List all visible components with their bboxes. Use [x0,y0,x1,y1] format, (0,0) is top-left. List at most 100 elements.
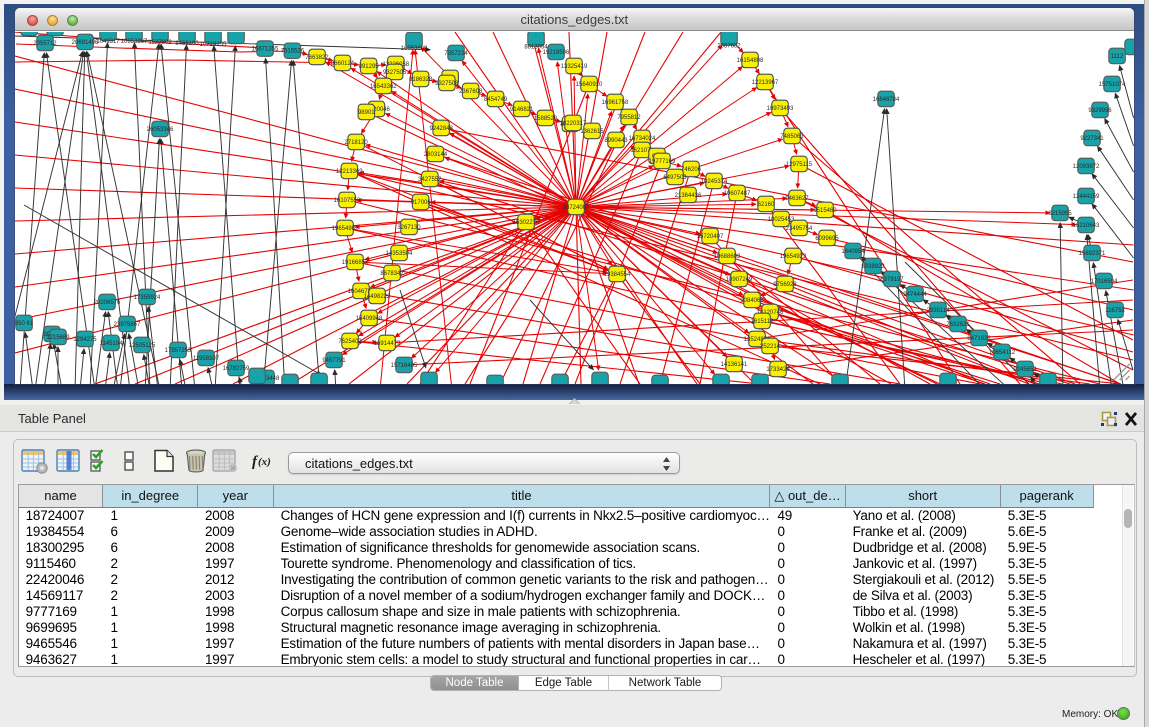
svg-text:10245374: 10245374 [701,179,728,185]
svg-text:746206: 746206 [681,167,702,173]
svg-text:9457791: 9457791 [322,358,346,364]
svg-text:16154808: 16154808 [737,58,764,64]
svg-text:19384554: 19384554 [604,272,631,278]
svg-text:19777169: 19777169 [649,159,676,165]
svg-text:6497503: 6497503 [663,175,687,181]
svg-text:9327505: 9327505 [383,70,407,76]
svg-text:8990443: 8990443 [604,138,628,144]
svg-text:116753: 116753 [1105,308,1125,314]
svg-text:19218506: 19218506 [543,50,570,56]
svg-text:23975867: 23975867 [114,322,141,328]
svg-text:13325419: 13325419 [561,64,588,70]
svg-text:15692371: 15692371 [1079,251,1106,257]
svg-text:17957253: 17957253 [165,348,192,354]
svg-text:62160: 62160 [758,202,775,208]
svg-text:3267130: 3267130 [397,225,421,231]
svg-text:1362615: 1362615 [580,129,604,135]
svg-text:17016504: 17016504 [1091,279,1118,285]
svg-text:7632621: 7632621 [946,322,970,328]
svg-text:26053346: 26053346 [147,127,174,133]
svg-text:20206576: 20206576 [94,300,121,306]
svg-text:2055712: 2055712 [33,41,57,47]
svg-text:9084067: 9084067 [740,298,764,304]
svg-text:9463627: 9463627 [785,196,809,202]
svg-text:15640910: 15640910 [576,82,603,88]
svg-text:(x): (x) [258,456,271,468]
svg-text:6379197: 6379197 [880,277,904,283]
svg-text:9329996: 9329996 [1088,108,1112,114]
svg-text:891295: 891295 [359,64,380,70]
svg-text:8454749: 8454749 [484,97,508,103]
svg-text:9242848: 9242848 [430,126,454,132]
svg-text:18907249: 18907249 [726,277,753,283]
svg-text:23495754: 23495754 [786,226,813,232]
svg-text:2803144: 2803144 [424,152,448,158]
svg-text:15409948: 15409948 [356,316,383,322]
svg-text:16543362: 16543362 [370,84,397,90]
svg-text:7485063: 7485063 [780,134,804,140]
svg-text:18724007: 18724007 [563,205,590,211]
svg-text:14353504: 14353504 [386,251,413,257]
svg-text:9515460: 9515460 [813,208,837,214]
svg-text:850 61: 850 61 [15,321,34,327]
svg-text:16210643: 16210643 [1073,223,1100,229]
svg-text:8471626: 8471626 [967,336,991,342]
svg-text:252214: 252214 [760,344,781,350]
svg-text:1049317: 1049317 [96,39,120,45]
svg-text:8938923: 8938923 [861,264,885,270]
svg-text:1588520: 1588520 [534,116,558,122]
svg-text:2367608: 2367608 [459,89,483,95]
svg-text:7955812: 7955812 [617,115,641,121]
svg-text:15751074: 15751074 [1099,82,1126,88]
svg-text:16914479: 16914479 [374,341,401,347]
svg-text:17359924: 17359924 [134,295,161,301]
svg-text:12505125: 12505125 [129,343,156,349]
svg-text:9146821: 9146821 [510,107,534,113]
svg-text:9327508: 9327508 [435,81,459,87]
svg-text:917006: 917006 [411,200,432,206]
svg-text:1527602: 1527602 [148,40,172,46]
svg-text:2718120: 2718120 [344,140,368,146]
svg-text:3427552: 3427552 [418,177,442,183]
svg-text:16053809: 16053809 [401,46,428,52]
svg-text:8215955: 8215955 [1048,211,1072,217]
svg-text:15716485: 15716485 [391,363,418,369]
svg-text:16782759: 16782759 [223,366,250,372]
svg-text:1615112: 1615112 [751,319,775,325]
svg-text:2087682: 2087682 [717,44,741,50]
svg-text:7515526: 7515526 [281,49,305,55]
svg-text:9756928: 9756928 [773,282,797,288]
svg-text:1640954: 1640954 [841,249,865,255]
svg-text:16671355: 16671355 [252,47,279,53]
svg-text:1294275: 1294275 [73,337,97,343]
svg-text:12213369: 12213369 [336,169,363,175]
svg-text:21364436: 21364436 [675,193,702,199]
svg-text:19166852: 19166852 [342,260,369,266]
svg-text:1215689: 1215689 [46,335,70,341]
svg-text:7357224: 7357224 [444,51,468,57]
svg-text:1145194: 1145194 [100,341,124,347]
svg-text:9245652: 9245652 [1013,367,1037,373]
svg-text:11958107: 11958107 [193,356,220,362]
svg-text:12444159: 12444159 [1073,194,1100,200]
svg-text:10607487: 10607487 [724,191,751,197]
svg-text:12975115: 12975115 [786,162,813,168]
svg-text:19654982: 19654982 [332,226,359,232]
svg-text:10719155: 10719155 [200,42,227,48]
svg-text:2935114: 2935114 [927,308,951,314]
svg-text:98901: 98901 [358,110,375,116]
svg-text:7663822: 7663822 [305,55,329,61]
svg-text:18220317: 18220317 [560,121,587,127]
svg-text:12093872: 12093872 [1073,164,1100,170]
svg-text:16961758: 16961758 [602,100,629,106]
svg-text:16107553: 16107553 [334,198,361,204]
svg-text:19654923: 19654923 [780,254,807,260]
svg-text:6099695: 6099695 [815,236,839,242]
svg-text:9227341: 9227341 [1080,136,1104,142]
svg-text:14136141: 14136141 [721,362,748,368]
svg-text:16734024: 16734024 [629,136,656,142]
svg-text:10688603: 10688603 [714,254,741,260]
svg-text:8660124: 8660124 [331,61,355,67]
svg-text:10973493: 10973493 [767,106,794,112]
svg-text:10654112: 10654112 [989,350,1016,356]
